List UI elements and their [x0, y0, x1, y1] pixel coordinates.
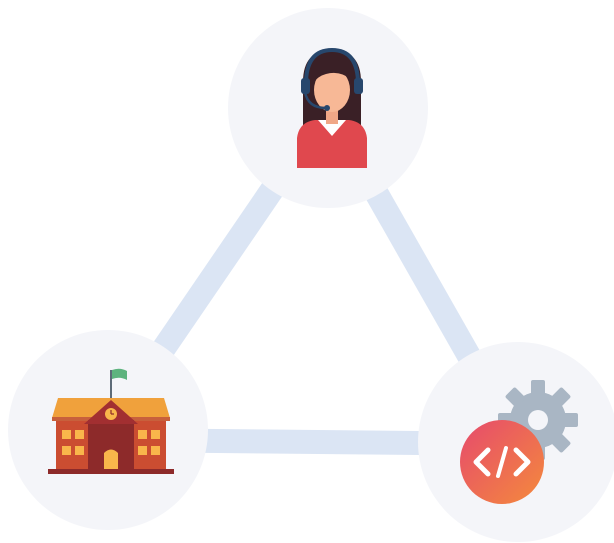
triangle-diagram: [8, 8, 614, 542]
customer-support-headset-icon: [297, 47, 367, 168]
